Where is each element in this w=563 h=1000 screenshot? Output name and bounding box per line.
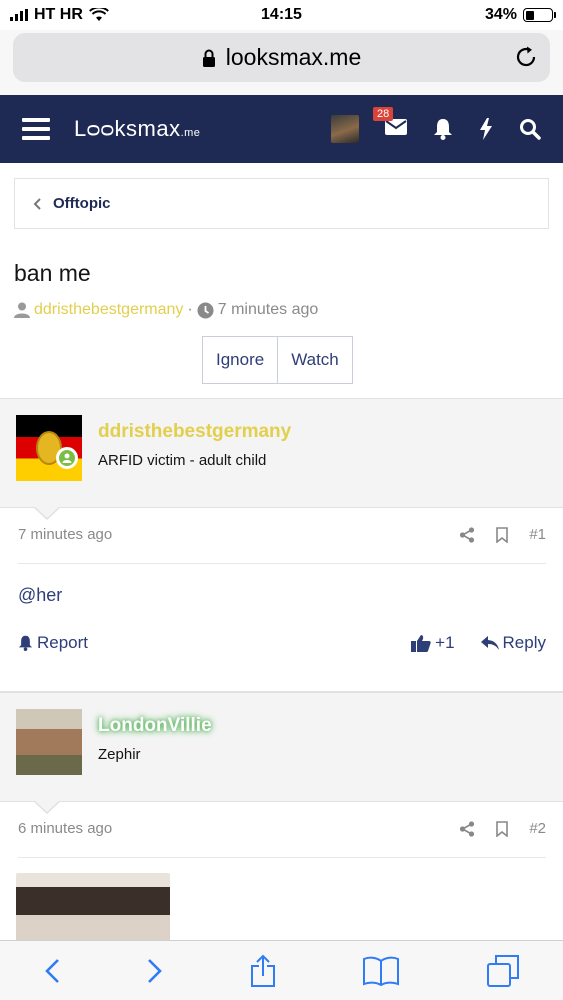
report-button[interactable]: Report [18, 633, 88, 653]
logo-main: Lᴑᴑksmax [74, 116, 181, 141]
bookmarks-icon[interactable] [362, 956, 399, 986]
reply-label: Reply [502, 633, 546, 652]
battery-fill [525, 10, 534, 20]
lock-icon [202, 49, 215, 67]
post-user-title: ARFID victim - adult child [98, 452, 267, 469]
user-icon [14, 302, 30, 318]
status-bar: HT HR 14:15 34% [0, 0, 563, 30]
post-divider [18, 563, 546, 564]
post-username[interactable]: ddristhebestgermany [98, 421, 291, 443]
bell-icon [18, 635, 33, 651]
post-1-user-block: ddristhebestgermany ARFID victim - adult… [0, 398, 563, 520]
battery-icon [523, 8, 556, 22]
post-meta-actions: #2 [459, 820, 546, 837]
post-1-meta: 7 minutes ago #1 [18, 526, 546, 543]
bolt-icon[interactable] [479, 118, 493, 140]
back-icon[interactable] [44, 958, 60, 984]
inbox-badge: 28 [373, 106, 394, 121]
like-button[interactable]: +1 [411, 633, 455, 653]
post-time[interactable]: 6 minutes ago [18, 820, 112, 837]
carrier-label: HT HR [34, 6, 83, 23]
post-time[interactable]: 7 minutes ago [18, 526, 112, 543]
url-text: looksmax.me [225, 44, 362, 70]
search-icon[interactable] [519, 118, 541, 140]
report-label: Report [37, 633, 89, 652]
thread-actions: Ignore Watch [202, 336, 353, 384]
reply-button[interactable]: Reply [480, 633, 546, 653]
browser-url-area: looksmax.me [0, 30, 563, 95]
post-divider [18, 857, 546, 858]
post-number[interactable]: #1 [529, 526, 546, 543]
tabs-icon[interactable] [486, 954, 520, 988]
thread-author[interactable]: ddristhebestgermany [34, 301, 183, 319]
status-left: HT HR [10, 6, 210, 24]
site-logo[interactable]: Lᴑᴑksmax.me [74, 116, 200, 142]
reply-icon [480, 636, 499, 650]
post-number[interactable]: #2 [529, 820, 546, 837]
post-1-actions: Report +1 Reply [18, 633, 546, 653]
battery-percent: 34% [484, 6, 517, 23]
share-sheet-icon[interactable] [250, 954, 276, 988]
status-time: 14:15 [261, 6, 302, 23]
post-pointer [33, 506, 61, 520]
bookmark-icon[interactable] [495, 526, 509, 543]
nav-actions: 28 [331, 106, 541, 143]
thread-title: ban me [14, 260, 91, 286]
post-pointer [33, 800, 61, 814]
logo-suffix: .me [180, 127, 201, 139]
url-bar[interactable]: looksmax.me [13, 33, 550, 82]
wifi-icon [89, 8, 109, 21]
thread-time: 7 minutes ago [217, 301, 319, 318]
menu-icon[interactable] [22, 118, 50, 140]
post-body[interactable]: @her [18, 585, 62, 606]
ignore-button[interactable]: Ignore [203, 337, 278, 383]
signal-icon [10, 9, 28, 21]
meta-separator: · [187, 301, 193, 318]
forward-icon[interactable] [147, 958, 163, 984]
post-image[interactable] [16, 873, 170, 943]
share-icon[interactable] [459, 526, 475, 543]
chevron-left-icon [33, 197, 41, 210]
envelope-icon [385, 118, 407, 135]
post-2-user-block: LondonVillie Zephir [0, 692, 563, 814]
bell-icon[interactable] [433, 118, 453, 140]
share-icon[interactable] [459, 820, 475, 837]
thumbs-up-icon [411, 635, 431, 652]
post-meta-actions: #1 [459, 526, 546, 543]
user-avatar[interactable] [331, 115, 359, 143]
post-user-title: Zephir [98, 746, 141, 763]
post-actions-right: +1 Reply [411, 633, 546, 653]
post-2-meta: 6 minutes ago #2 [18, 820, 546, 837]
thread-meta: ddristhebestgermany · 7 minutes ago [14, 301, 318, 319]
user-avatar[interactable] [16, 709, 82, 775]
post-username[interactable]: LondonVillie [98, 715, 212, 737]
status-right: 34% [353, 6, 556, 24]
breadcrumb[interactable]: Offtopic [14, 178, 549, 229]
breadcrumb-label: Offtopic [53, 195, 111, 212]
browser-toolbar [0, 940, 563, 1000]
reload-icon[interactable] [514, 45, 538, 69]
reaction-count: +1 [435, 633, 455, 652]
watch-button[interactable]: Watch [277, 337, 352, 383]
inbox-button[interactable]: 28 [373, 106, 407, 140]
online-status-icon [56, 447, 78, 469]
bookmark-icon[interactable] [495, 820, 509, 837]
clock-icon [197, 302, 214, 318]
site-header: Lᴑᴑksmax.me 28 [0, 95, 563, 163]
